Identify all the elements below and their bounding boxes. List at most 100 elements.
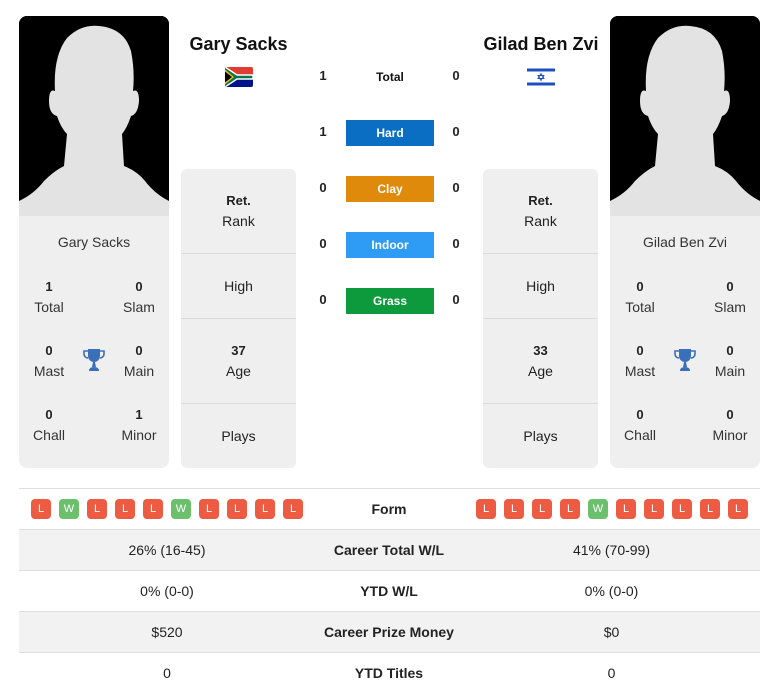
form-loss-badge: L <box>143 499 163 519</box>
rank-value: Ret. <box>528 193 553 208</box>
stat-value: 0 <box>135 279 143 294</box>
form-loss-badge: L <box>672 499 692 519</box>
age-value: 33 <box>533 343 548 358</box>
table-row: 0 YTD Titles 0 <box>19 652 760 693</box>
stat-label: Mast <box>624 363 656 379</box>
row-label: YTD Titles <box>354 665 424 681</box>
table-row: 26% (16-45) Career Total W/L 41% (70-99) <box>19 529 760 570</box>
player2-age: 33 Age <box>483 319 598 404</box>
form-loss-badge: L <box>700 499 720 519</box>
stat-value: 0 <box>45 343 53 358</box>
player1-plays: Plays <box>181 404 296 468</box>
player1-surface-count: 1 <box>319 124 327 139</box>
form-win-badge: W <box>171 499 191 519</box>
form-label: Form <box>371 501 407 517</box>
player1-minor-stat: 1 Minor <box>109 405 169 445</box>
player2-minor-stat: 0 Minor <box>700 405 760 445</box>
player2-plays: Plays <box>483 404 598 468</box>
player1-name-heading[interactable]: Gary Sacks <box>181 34 296 55</box>
player2-surface-count: 0 <box>452 124 460 139</box>
table-row: $520 Career Prize Money $0 <box>19 611 760 652</box>
high-label: High <box>526 278 555 294</box>
player1-slam-stat: 0 Slam <box>109 277 169 317</box>
stat-value: 0 <box>726 407 734 422</box>
player1-photo <box>19 16 169 216</box>
trophy-icon <box>672 347 698 373</box>
form-loss-badge: L <box>616 499 636 519</box>
player2-value: 0% (0-0) <box>584 583 639 599</box>
player2-card: Gilad Ben Zvi 0 Total 0 Slam 0 Mast 0 Main 0… <box>610 16 760 468</box>
form-loss-badge: L <box>115 499 135 519</box>
player1-value: 0 <box>163 665 171 681</box>
player1-surface-count: 0 <box>319 292 327 307</box>
form-win-badge: W <box>588 499 608 519</box>
stat-label: Minor <box>712 427 748 443</box>
player2-surface-count: 0 <box>452 236 460 251</box>
stat-label: Main <box>714 363 746 379</box>
player2-surface-count: 0 <box>452 180 460 195</box>
israel-flag-icon <box>527 67 555 87</box>
player2-name-heading[interactable]: Gilad Ben Zvi <box>476 34 606 55</box>
player2-rank-panel: Ret. Rank High 33 Age Plays <box>483 169 598 468</box>
age-label: Age <box>226 363 251 379</box>
trophy-icon <box>81 347 107 373</box>
player2-surface-count: 0 <box>452 68 460 83</box>
stat-value: 0 <box>636 279 644 294</box>
plays-label: Plays <box>523 428 558 444</box>
stat-value: 0 <box>45 407 53 422</box>
form-loss-badge: L <box>283 499 303 519</box>
player2-high: High <box>483 254 598 319</box>
player1-surface-count: 1 <box>319 68 327 83</box>
rank-label: Rank <box>222 213 255 229</box>
silhouette-avatar-icon <box>610 16 760 216</box>
player1-chall-stat: 0 Chall <box>19 405 79 445</box>
player1-rank-panel: Ret. Rank High 37 Age Plays <box>181 169 296 468</box>
silhouette-avatar-icon <box>19 16 169 216</box>
form-loss-badge: L <box>644 499 664 519</box>
player2-value: 41% (70-99) <box>572 542 651 558</box>
player2-slam-stat: 0 Slam <box>700 277 760 317</box>
south-africa-flag-icon <box>225 67 253 87</box>
player2-mast-stat: 0 Mast <box>610 341 670 381</box>
age-value: 37 <box>231 343 246 358</box>
player2-surface-count: 0 <box>452 292 460 307</box>
plays-label: Plays <box>221 428 256 444</box>
stat-value: 0 <box>726 343 734 358</box>
stat-value: 1 <box>45 279 53 294</box>
stat-label: Slam <box>123 299 155 315</box>
row-label: Career Total W/L <box>333 542 445 558</box>
form-loss-badge: L <box>87 499 107 519</box>
surface-grass: Grass <box>346 288 434 314</box>
player1-card-name: Gary Sacks <box>57 234 131 250</box>
player1-surface-count: 0 <box>319 236 327 251</box>
player1-card: Gary Sacks 1 Total 0 Slam 0 Mast 0 Main 0 Cha… <box>19 16 169 468</box>
player1-value: 0% (0-0) <box>140 583 194 599</box>
form-loss-badge: L <box>227 499 247 519</box>
player2-chall-stat: 0 Chall <box>610 405 670 445</box>
player1-rank: Ret. Rank <box>181 169 296 254</box>
player2-photo <box>610 16 760 216</box>
player2-rank: Ret. Rank <box>483 169 598 254</box>
player1-surface-count: 0 <box>319 180 327 195</box>
surface-hard: Hard <box>346 120 434 146</box>
form-loss-badge: L <box>255 499 275 519</box>
table-row: 0% (0-0) YTD W/L 0% (0-0) <box>19 570 760 611</box>
form-loss-badge: L <box>199 499 219 519</box>
stat-label: Total <box>34 299 64 315</box>
player2-value: 0 <box>607 665 616 681</box>
player1-total-stat: 1 Total <box>19 277 79 317</box>
age-label: Age <box>528 363 553 379</box>
form-win-badge: W <box>59 499 79 519</box>
stat-label: Main <box>123 363 155 379</box>
rank-value: Ret. <box>226 193 251 208</box>
row-label: Career Prize Money <box>324 624 454 640</box>
stat-label: Chall <box>624 427 656 443</box>
stat-label: Chall <box>33 427 65 443</box>
stat-label: Mast <box>33 363 65 379</box>
surface-total: Total <box>376 70 404 84</box>
player2-main-stat: 0 Main <box>700 341 760 381</box>
player1-value: $520 <box>151 624 183 640</box>
rank-label: Rank <box>524 213 557 229</box>
stat-value: 0 <box>636 343 644 358</box>
player2-total-stat: 0 Total <box>610 277 670 317</box>
